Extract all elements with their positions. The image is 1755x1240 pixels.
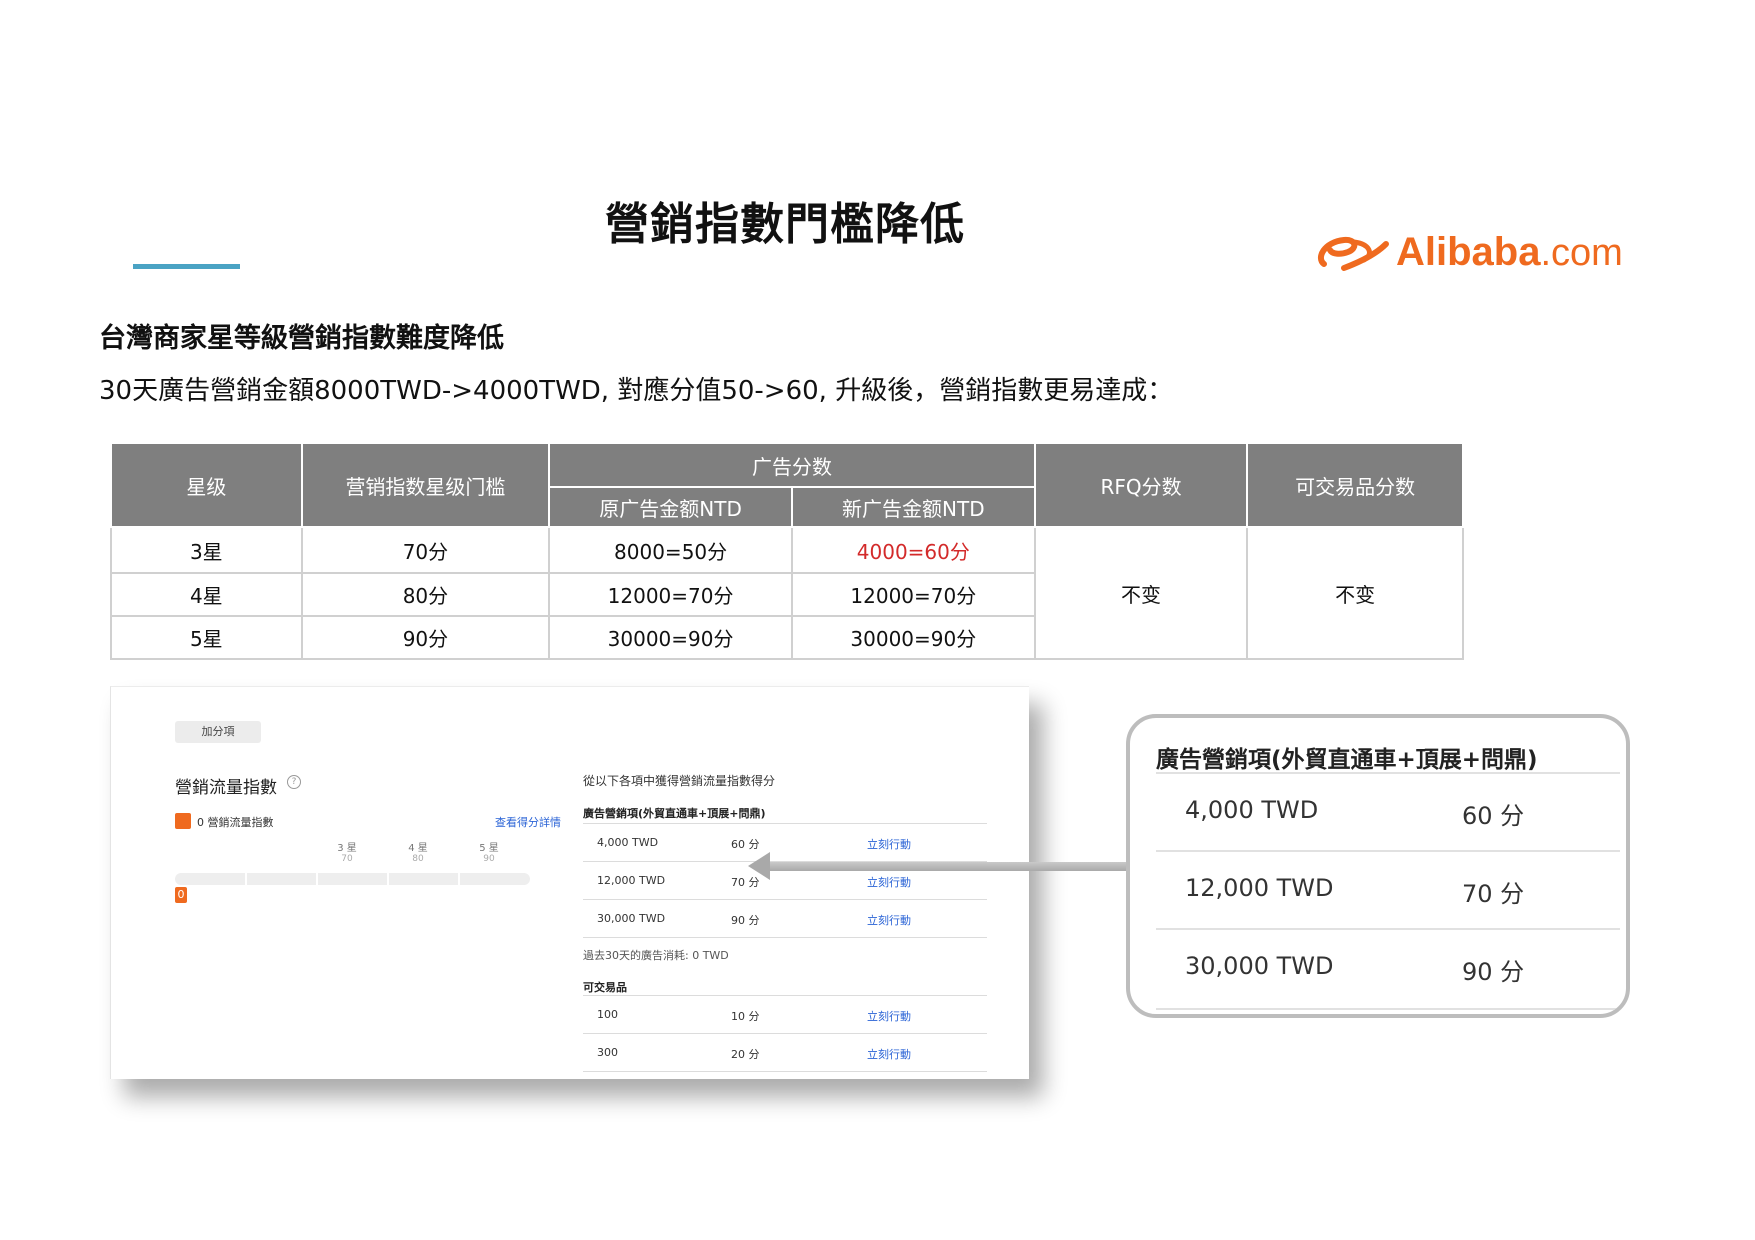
tradable-count: 100 bbox=[597, 1008, 618, 1021]
help-icon[interactable]: ? bbox=[287, 775, 301, 789]
alibaba-logo: Alibaba.com bbox=[1314, 228, 1634, 278]
take-action-link[interactable]: 立刻行動 bbox=[867, 1046, 911, 1062]
cell-star: 3星 bbox=[110, 526, 303, 574]
ad-amount: 12,000 TWD bbox=[597, 874, 666, 887]
embedded-screenshot: 加分項 營銷流量指數 ? 0 營銷流量指數 查看得分詳情 3 星 70 4 星 80… bbox=[110, 686, 1029, 1079]
index-progress-bar bbox=[175, 873, 530, 885]
subheading: 台灣商家星等級營銷指數難度降低 bbox=[99, 323, 504, 354]
header-old-amount: 原广告金额NTD bbox=[548, 486, 793, 528]
tick-label: 4 星 bbox=[408, 843, 428, 854]
tradable-row: 100 10 分 立刻行動 bbox=[583, 995, 987, 1033]
callout-score: 70 分 bbox=[1462, 880, 1525, 908]
header-threshold: 营销指数星级门槛 bbox=[300, 442, 551, 528]
callout-row: 4,000 TWD 60 分 bbox=[1156, 772, 1620, 852]
alibaba-logo-text: Alibaba.com bbox=[1396, 230, 1623, 275]
ad-row: 30,000 TWD 90 分 立刻行動 bbox=[583, 899, 987, 938]
tick-4-star: 4 星 80 bbox=[403, 843, 433, 865]
tradable-section-heading: 可交易品 bbox=[583, 981, 627, 994]
index-value: 0 營銷流量指數 bbox=[197, 816, 274, 829]
callout-amount: 4,000 TWD bbox=[1185, 796, 1319, 824]
cell-threshold: 80分 bbox=[300, 572, 551, 617]
tick-label: 3 星 bbox=[337, 843, 357, 854]
cell-threshold: 70分 bbox=[300, 526, 551, 574]
take-action-link[interactable]: 立刻行動 bbox=[867, 874, 911, 890]
cell-tradable: 不变 bbox=[1246, 526, 1464, 660]
ad-spend-note: 過去30天的廣告消耗: 0 TWD bbox=[583, 949, 729, 962]
header-star: 星级 bbox=[110, 442, 303, 528]
logo-brand: Alibaba bbox=[1396, 230, 1541, 274]
tradable-row: 300 20 分 立刻行動 bbox=[583, 1033, 987, 1072]
bonus-tag: 加分項 bbox=[175, 721, 261, 743]
take-action-link[interactable]: 立刻行動 bbox=[867, 836, 911, 852]
tradable-score: 20 分 bbox=[731, 1048, 760, 1061]
cell-old: 8000=50分 bbox=[548, 526, 793, 574]
tick-3-star: 3 星 70 bbox=[332, 843, 362, 865]
ad-amount: 30,000 TWD bbox=[597, 912, 666, 925]
header-rfq: RFQ分数 bbox=[1033, 442, 1249, 528]
cell-old: 30000=90分 bbox=[548, 615, 793, 660]
tick-label: 5 星 bbox=[479, 843, 499, 854]
tradable-count: 300 bbox=[597, 1046, 618, 1059]
ad-score: 90 分 bbox=[731, 914, 760, 927]
cell-old: 12000=70分 bbox=[548, 572, 793, 617]
cell-rfq: 不变 bbox=[1033, 526, 1249, 660]
cell-star: 4星 bbox=[110, 572, 303, 617]
ad-section-heading: 廣告營銷項(外貿直通車+頂展+問鼎) bbox=[583, 807, 766, 820]
table-row: 3星 70分 8000=50分 4000=60分 不变 不变 bbox=[110, 526, 1464, 660]
tick-value: 80 bbox=[412, 854, 424, 864]
current-value-marker: 0 bbox=[175, 887, 187, 903]
callout-row: 12,000 TWD 70 分 bbox=[1156, 850, 1620, 930]
take-action-link[interactable]: 立刻行動 bbox=[867, 912, 911, 928]
tradable-score: 10 分 bbox=[731, 1010, 760, 1023]
comparison-table: 星级 营销指数星级门槛 广告分数 RFQ分数 可交易品分数 原广告金额NTD 新… bbox=[110, 442, 1464, 660]
pointer-arrow-shaft bbox=[766, 862, 1130, 871]
score-detail-link[interactable]: 查看得分詳情 bbox=[495, 814, 561, 830]
tick-5-star: 5 星 90 bbox=[474, 843, 504, 865]
callout-amount: 30,000 TWD bbox=[1185, 952, 1334, 980]
bar-divider bbox=[458, 873, 460, 885]
ad-score: 60 分 bbox=[731, 838, 760, 851]
description: 30天廣告營銷金額8000TWD->4000TWD, 對應分值50->60, 升… bbox=[99, 376, 1174, 406]
magnified-callout: 廣告營銷項(外貿直通車+頂展+問鼎) 4,000 TWD 60 分 12,000… bbox=[1126, 714, 1630, 1018]
tick-value: 70 bbox=[341, 854, 353, 864]
cell-star: 5星 bbox=[110, 615, 303, 660]
cell-new: 12000=70分 bbox=[790, 572, 1036, 617]
header-tradable: 可交易品分数 bbox=[1246, 442, 1464, 528]
cell-threshold: 90分 bbox=[300, 615, 551, 660]
callout-row: 30,000 TWD 90 分 bbox=[1156, 928, 1620, 1010]
tick-value: 90 bbox=[483, 854, 495, 864]
title-accent-line bbox=[133, 264, 240, 269]
bar-divider bbox=[387, 873, 389, 885]
index-title: 營銷流量指數 bbox=[175, 778, 277, 798]
take-action-link[interactable]: 立刻行動 bbox=[867, 1008, 911, 1024]
logo-suffix: .com bbox=[1540, 232, 1623, 274]
ad-amount: 4,000 TWD bbox=[597, 836, 659, 849]
arrow-left-icon bbox=[748, 852, 770, 880]
callout-score: 90 分 bbox=[1462, 958, 1525, 986]
header-new-amount: 新广告金额NTD bbox=[790, 486, 1036, 528]
score-intro: 從以下各項中獲得營銷流量指數得分 bbox=[583, 774, 776, 788]
header-ad-score: 广告分数 bbox=[548, 442, 1036, 488]
callout-title: 廣告營銷項(外貿直通車+頂展+問鼎) bbox=[1156, 747, 1538, 773]
callout-score: 60 分 bbox=[1462, 802, 1525, 830]
cell-new: 30000=90分 bbox=[790, 615, 1036, 660]
alibaba-logo-mark-icon bbox=[1317, 236, 1389, 271]
callout-amount: 12,000 TWD bbox=[1185, 874, 1334, 902]
bar-divider bbox=[316, 873, 318, 885]
ad-row: 4,000 TWD 60 分 立刻行動 bbox=[583, 823, 987, 861]
bar-divider bbox=[245, 873, 247, 885]
cell-new-highlight: 4000=60分 bbox=[790, 526, 1036, 574]
index-legend-swatch bbox=[175, 813, 191, 829]
